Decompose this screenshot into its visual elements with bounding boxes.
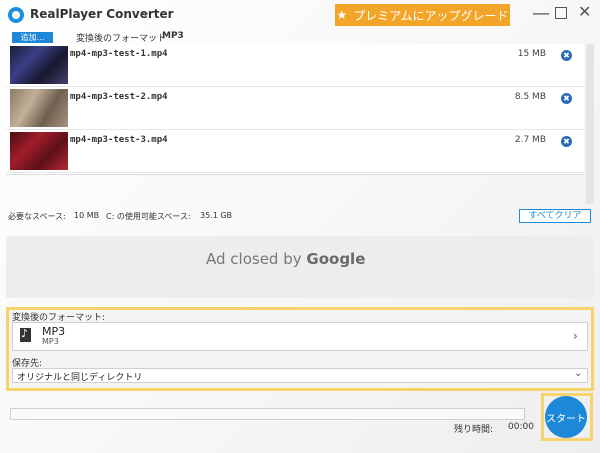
ad-brand: Google <box>306 250 366 268</box>
file-row[interactable]: mp4-mp3-test-3.mp4 2.7 MB ✖ <box>6 130 584 173</box>
start-button[interactable]: スタート <box>545 396 587 438</box>
add-file-button[interactable]: 追加... <box>12 32 53 43</box>
file-list-scrollbar-thumb[interactable] <box>586 44 594 204</box>
remaining-time-label: 残り時間: <box>454 425 494 435</box>
ad-closed-prefix: Ad closed by <box>206 250 307 268</box>
close-button[interactable]: ✕ <box>578 2 591 21</box>
remove-file-icon[interactable]: ✖ <box>561 93 572 104</box>
conversion-progress-bar <box>10 408 525 420</box>
chevron-right-icon[interactable]: › <box>573 329 578 343</box>
file-name: mp4-mp3-test-3.mp4 <box>70 135 168 145</box>
video-thumbnail <box>10 89 68 127</box>
output-format-label: 変換後のフォーマット <box>76 34 167 44</box>
clear-all-button[interactable]: すべてクリア <box>519 209 591 223</box>
app-title: RealPlayer Converter <box>30 7 174 21</box>
available-space-value: 35.1 GB <box>200 211 233 220</box>
upgrade-premium-button[interactable]: ★ プレミアムにアップグレード <box>335 4 510 26</box>
available-space-label: C: の使用可能スペース: <box>106 212 191 221</box>
app-logo-icon <box>8 7 24 23</box>
output-format-value: MP3 <box>162 31 184 41</box>
upgrade-premium-label: プレミアムにアップグレード <box>353 8 509 23</box>
file-size: 2.7 MB <box>514 135 546 145</box>
remaining-time-value: 00:00 <box>508 422 534 432</box>
remove-file-icon[interactable]: ✖ <box>561 136 572 147</box>
star-icon: ★ <box>336 8 348 22</box>
music-file-icon <box>20 327 31 342</box>
format-selector[interactable] <box>12 322 588 351</box>
file-name: mp4-mp3-test-2.mp4 <box>70 92 168 102</box>
required-space-label: 必要なスペース: <box>8 212 66 221</box>
maximize-button[interactable] <box>555 7 567 19</box>
ad-closed-text: Ad closed by Google <box>206 250 365 268</box>
destination-value: オリジナルと同じディレクトリ <box>17 373 143 383</box>
required-space-value: 10 MB <box>74 211 100 220</box>
file-name: mp4-mp3-test-1.mp4 <box>70 49 168 59</box>
file-row[interactable]: mp4-mp3-test-1.mp4 15 MB ✖ <box>6 44 584 87</box>
minimize-button[interactable]: — <box>532 3 550 24</box>
video-thumbnail <box>10 46 68 84</box>
chevron-down-icon[interactable]: ⌄ <box>574 368 582 379</box>
file-list: mp4-mp3-test-1.mp4 15 MB ✖ mp4-mp3-test-… <box>6 44 584 175</box>
format-selector-subtitle: MP3 <box>42 337 59 346</box>
file-size: 8.5 MB <box>514 92 546 102</box>
file-size: 15 MB <box>517 49 546 59</box>
file-row[interactable]: mp4-mp3-test-2.mp4 8.5 MB ✖ <box>6 87 584 130</box>
remove-file-icon[interactable]: ✖ <box>561 50 572 61</box>
app-menu-chevron-icon[interactable]: ⌄ <box>140 5 151 20</box>
video-thumbnail <box>10 132 68 170</box>
